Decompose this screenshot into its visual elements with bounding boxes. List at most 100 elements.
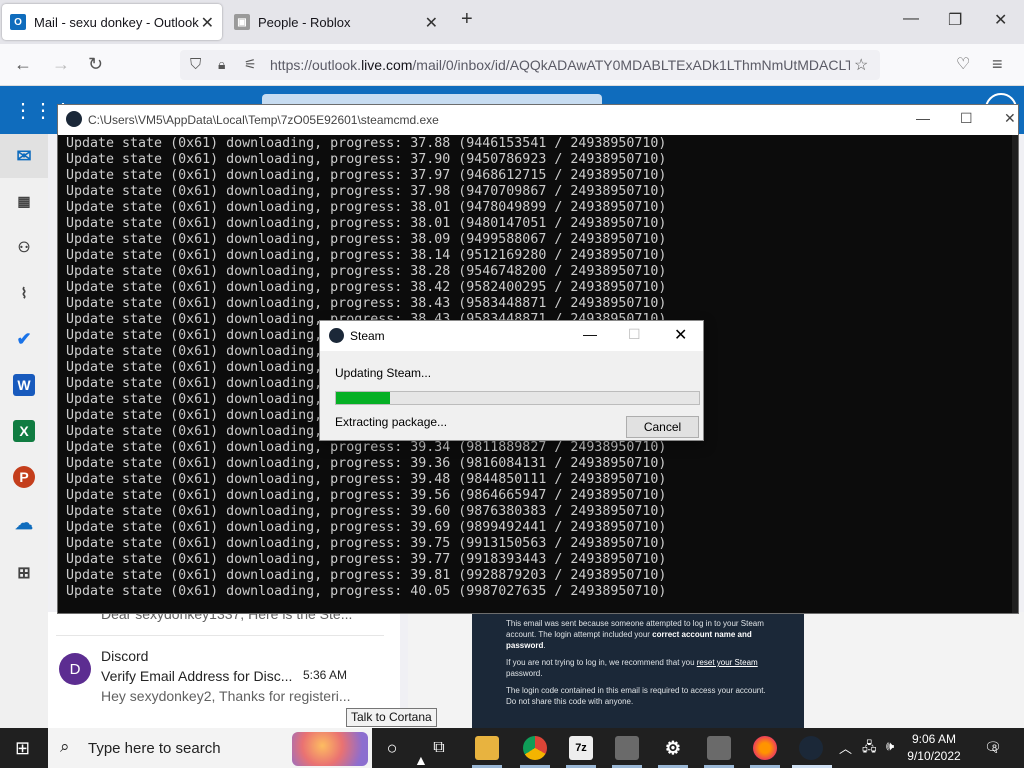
maximize-icon[interactable]: ❐ — [948, 10, 962, 30]
console-line: Update state (0x61) downloading, progres… — [66, 152, 667, 167]
console-line: Update state (0x61) downloading, progres… — [66, 216, 667, 231]
tab-outlook-mail[interactable]: O Mail - sexu donkey - Outlook ✕ — [2, 4, 222, 40]
minimize-icon[interactable]: — — [916, 110, 930, 126]
detail-text: Extracting package... — [335, 415, 448, 429]
browser-nav-bar: ← → ↻ ⛉ 🔒︎ ⚟ https://outlook.live.com/ma… — [0, 44, 1024, 86]
permissions-icon[interactable]: ⚟ — [244, 56, 257, 73]
email-paragraph: This email was sent because someone atte… — [506, 619, 764, 650]
search-placeholder: Type here to search — [88, 740, 221, 757]
console-line: Update state (0x61) downloading, progres… — [66, 168, 667, 183]
console-title: C:\Users\VM5\AppData\Local\Temp\7zO05E92… — [88, 113, 439, 127]
console-line: Update state (0x61) downloading, progres… — [66, 472, 667, 487]
reset-steam-link[interactable]: reset your Steam — [697, 658, 758, 667]
settings-gear-icon[interactable]: ⚙ — [661, 736, 685, 760]
minimize-icon[interactable]: — — [583, 326, 597, 342]
maximize-icon: ☐ — [628, 326, 641, 342]
maximize-icon[interactable]: ☐ — [960, 110, 973, 127]
pocket-icon[interactable]: ♡ — [956, 54, 970, 74]
close-tab-icon[interactable]: ✕ — [425, 13, 438, 33]
new-tab-icon[interactable]: + — [461, 8, 473, 31]
roblox-icon: ▣ — [234, 14, 250, 30]
dialog-title-bar[interactable]: Steam — ☐ ✕ — [320, 321, 703, 351]
steam-icon — [66, 111, 82, 127]
console-scrollbar[interactable] — [1012, 135, 1018, 613]
console-line: Update state (0x61) downloading, progres… — [66, 136, 667, 151]
tab-title: Mail - sexu donkey - Outlook — [34, 14, 199, 30]
notification-count: 8 — [992, 743, 998, 753]
console-line: Update state (0x61) downloading, progres… — [66, 184, 667, 199]
steamcmd-icon[interactable] — [615, 736, 639, 760]
excel-icon[interactable]: X — [13, 420, 35, 442]
url-text[interactable]: https://outlook.live.com/mail/0/inbox/id… — [270, 57, 850, 73]
close-window-icon[interactable]: ✕ — [674, 325, 687, 345]
cortana-tooltip: Talk to Cortana — [346, 708, 437, 727]
bookmark-star-icon[interactable]: ☆ — [854, 55, 868, 75]
onedrive-icon[interactable]: ☁ — [13, 512, 35, 534]
windows-start-icon[interactable]: ⊞ — [15, 738, 30, 759]
volume-icon[interactable]: 🕪︎ — [886, 738, 894, 754]
browser-tab-bar: O Mail - sexu donkey - Outlook ✕ ▣ Peopl… — [0, 0, 1024, 44]
steam-update-dialog: Steam — ☐ ✕ Updating Steam... Extracting… — [319, 320, 704, 441]
task-view-icon[interactable]: ⧉ — [427, 736, 451, 760]
taskbar-search-box[interactable]: ⌕ Type here to search — [48, 728, 372, 768]
lock-icon[interactable]: 🔒︎ — [218, 56, 225, 73]
mail-sender: Discord — [101, 648, 149, 664]
console-line: Update state (0x61) downloading, progres… — [66, 504, 667, 519]
forward-icon[interactable]: → — [52, 54, 70, 75]
console-line: Update state (0x61) downloading, progres… — [66, 568, 667, 583]
tab-roblox-people[interactable]: ▣ People - Roblox ✕ — [226, 4, 446, 40]
menu-icon[interactable]: ≡ — [992, 54, 1003, 75]
console-line: Update state (0x61) downloading, progres… — [66, 520, 667, 535]
email-paragraph: The login code contained in this email i… — [506, 686, 766, 706]
close-window-icon[interactable]: ✕ — [994, 10, 1007, 30]
word-icon[interactable]: W — [13, 374, 35, 396]
console-line: Update state (0x61) downloading, progres… — [66, 296, 667, 311]
console-line: Update state (0x61) downloading, progres… — [66, 440, 667, 455]
list-item[interactable]: D Discord Verify Email Address for Disc.… — [48, 642, 400, 712]
console-title-bar[interactable]: C:\Users\VM5\AppData\Local\Temp\7zO05E92… — [58, 105, 1018, 135]
steam-icon[interactable] — [799, 736, 823, 760]
taskbar-clock[interactable]: 9:06 AM 9/10/2022 — [904, 731, 964, 765]
calendar-icon[interactable]: ▦ — [13, 190, 35, 212]
steam-icon — [329, 328, 344, 343]
mail-preview-text: Hey sexydonkey2, Thanks for registeri... — [101, 688, 351, 704]
dialog-title: Steam — [350, 329, 385, 343]
people-icon[interactable]: ⚇ — [13, 236, 35, 258]
chrome-icon[interactable] — [523, 736, 547, 760]
reload-icon[interactable]: ↻ — [88, 54, 103, 75]
7zip-icon[interactable]: 7z — [569, 736, 593, 760]
firefox-icon[interactable] — [753, 736, 777, 760]
outlook-app-rail: ✉ ▦ ⚇ ⌇ ✔ W X P ☁ ⊞ — [0, 134, 48, 728]
windows-taskbar: ⊞ ⌕ Type here to search ○ ⧉ 7z ⚙ ︿ 🖧︎ 🕪︎… — [0, 728, 1024, 768]
clock-date: 9/10/2022 — [907, 749, 961, 763]
network-icon[interactable]: 🖧︎ — [862, 738, 877, 760]
mouse-cursor-icon: ▲ — [414, 752, 428, 768]
back-icon[interactable]: ← — [14, 54, 32, 75]
update-progress-bar — [335, 391, 700, 405]
shield-icon[interactable]: ⛉ — [190, 56, 201, 73]
email-body: This email was sent because someone atte… — [472, 612, 804, 728]
tab-title: People - Roblox — [258, 14, 351, 30]
console-line: Update state (0x61) downloading, progres… — [66, 248, 667, 263]
todo-icon[interactable]: ✔ — [13, 328, 35, 350]
close-window-icon[interactable]: ✕ — [1004, 110, 1016, 127]
console-line: Update state (0x61) downloading, progres… — [66, 280, 667, 295]
close-tab-icon[interactable]: ✕ — [201, 13, 214, 33]
console-line: Update state (0x61) downloading, progres… — [66, 552, 667, 567]
url-bar[interactable]: ⛉ 🔒︎ ⚟ https://outlook.live.com/mail/0/i… — [180, 50, 880, 80]
outlook-icon: O — [10, 14, 26, 30]
cancel-button[interactable]: Cancel — [626, 416, 699, 438]
mail-icon[interactable]: ✉ — [13, 145, 35, 167]
powerpoint-icon[interactable]: P — [13, 466, 35, 488]
console-line: Update state (0x61) downloading, progres… — [66, 456, 667, 471]
steam-app-icon[interactable] — [707, 736, 731, 760]
search-icon: ⌕ — [60, 737, 70, 756]
attachment-icon[interactable]: ⌇ — [13, 282, 35, 304]
minimize-icon[interactable]: — — [903, 10, 919, 28]
chevron-up-icon[interactable]: ︿ — [839, 738, 852, 757]
file-explorer-icon[interactable] — [475, 736, 499, 760]
console-line: Update state (0x61) downloading, progres… — [66, 536, 667, 551]
more-apps-icon[interactable]: ⊞ — [13, 562, 35, 584]
cortana-icon[interactable]: ○ — [380, 736, 404, 760]
status-text: Updating Steam... — [335, 366, 432, 380]
